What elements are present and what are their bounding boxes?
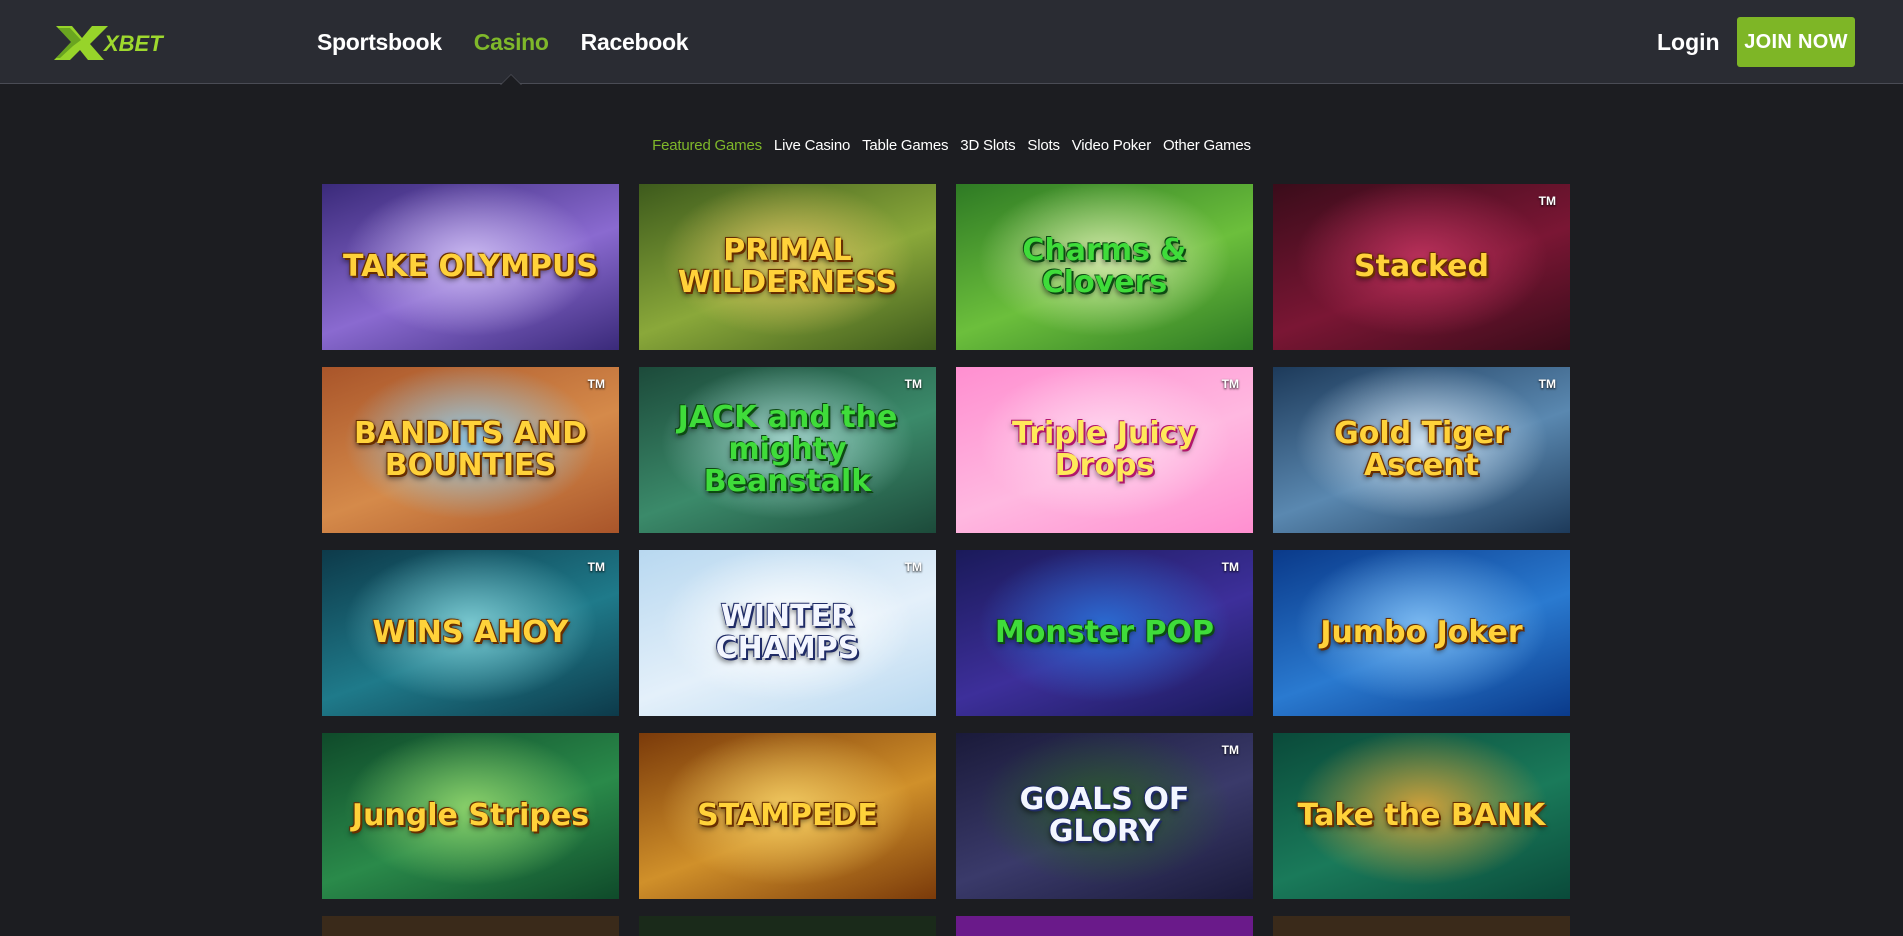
game-title: Jumbo Joker — [1320, 615, 1523, 650]
game-title: GOALS OF GLORY — [1019, 782, 1190, 849]
game-tile[interactable]: Charms & Clovers — [956, 184, 1253, 350]
game-tile[interactable]: WINS AHOY TM — [322, 550, 619, 716]
game-tile[interactable]: Triple Juicy Drops TM — [956, 367, 1253, 533]
top-navigation-bar: XBET Sportsbook Casino Racebook Login JO… — [0, 0, 1903, 85]
nav-racebook[interactable]: Racebook — [581, 0, 689, 84]
game-title: Monster POP — [994, 615, 1215, 650]
game-tile[interactable]: Gold Tiger Ascent TM — [1273, 367, 1570, 533]
game-tile-partial[interactable] — [956, 916, 1253, 936]
game-tile[interactable]: WINTER CHAMPS TM — [639, 550, 936, 716]
game-tile[interactable]: Jungle Stripes — [322, 733, 619, 899]
game-tile[interactable]: STAMPEDE — [639, 733, 936, 899]
trademark-mark: TM — [1538, 377, 1556, 391]
trademark-mark: TM — [904, 377, 922, 391]
trademark-mark: TM — [587, 377, 605, 391]
tab-other-games[interactable]: Other Games — [1163, 137, 1251, 154]
game-title: STAMPEDE — [697, 798, 878, 833]
game-tile[interactable]: BANDITS AND BOUNTIES TM — [322, 367, 619, 533]
game-tile[interactable]: PRIMAL WILDERNESS — [639, 184, 936, 350]
trademark-mark: TM — [904, 560, 922, 574]
trademark-mark: TM — [1221, 560, 1239, 574]
trademark-mark: TM — [1221, 743, 1239, 757]
game-tile-partial[interactable] — [322, 916, 619, 936]
game-title: Stacked — [1354, 249, 1489, 284]
game-title: Triple Juicy Drops — [1012, 416, 1197, 483]
game-title: BANDITS AND BOUNTIES — [354, 416, 587, 483]
game-tile-partial[interactable] — [639, 916, 936, 936]
trademark-mark: TM — [587, 560, 605, 574]
trademark-mark: TM — [1221, 377, 1239, 391]
game-tile[interactable]: TAKE OLYMPUS — [322, 184, 619, 350]
game-title: WINTER CHAMPS — [715, 599, 860, 666]
game-title: Charms & Clovers — [1022, 233, 1187, 300]
game-tile[interactable]: Stacked TM — [1273, 184, 1570, 350]
game-tile[interactable]: Jumbo Joker — [1273, 550, 1570, 716]
nav-casino[interactable]: Casino — [473, 0, 549, 85]
logo-text: XBET — [102, 31, 164, 56]
join-now-button[interactable]: JOIN NOW — [1737, 17, 1855, 67]
game-title: Jungle Stripes — [351, 798, 590, 833]
nav-sportsbook[interactable]: Sportsbook — [317, 0, 442, 84]
tab-video-poker[interactable]: Video Poker — [1072, 137, 1151, 154]
tab-featured-games[interactable]: Featured Games — [652, 137, 762, 154]
game-category-tabs: Featured Games Live Casino Table Games 3… — [0, 137, 1903, 154]
game-tile[interactable]: Monster POP TM — [956, 550, 1253, 716]
game-title: Gold Tiger Ascent — [1334, 416, 1509, 483]
game-title: Take the BANK — [1297, 798, 1546, 833]
xbet-logo[interactable]: XBET — [52, 20, 172, 64]
login-link[interactable]: Login — [1657, 0, 1720, 84]
game-title: JACK and the mighty Beanstalk — [677, 400, 898, 499]
game-tile[interactable]: GOALS OF GLORY TM — [956, 733, 1253, 899]
main-nav: Sportsbook Casino Racebook — [317, 0, 720, 85]
tab-table-games[interactable]: Table Games — [862, 137, 948, 154]
active-nav-caret — [500, 74, 523, 85]
game-tile-partial[interactable] — [1273, 916, 1570, 936]
tab-3d-slots[interactable]: 3D Slots — [960, 137, 1015, 154]
trademark-mark: TM — [1538, 194, 1556, 208]
game-title: WINS AHOY — [372, 615, 569, 650]
tab-live-casino[interactable]: Live Casino — [774, 137, 850, 154]
game-tile[interactable]: JACK and the mighty Beanstalk TM — [639, 367, 936, 533]
game-tile[interactable]: Take the BANK — [1273, 733, 1570, 899]
nav-casino-label: Casino — [473, 29, 549, 55]
game-title: PRIMAL WILDERNESS — [677, 233, 898, 300]
tab-slots[interactable]: Slots — [1027, 137, 1060, 154]
game-title: TAKE OLYMPUS — [342, 249, 598, 284]
